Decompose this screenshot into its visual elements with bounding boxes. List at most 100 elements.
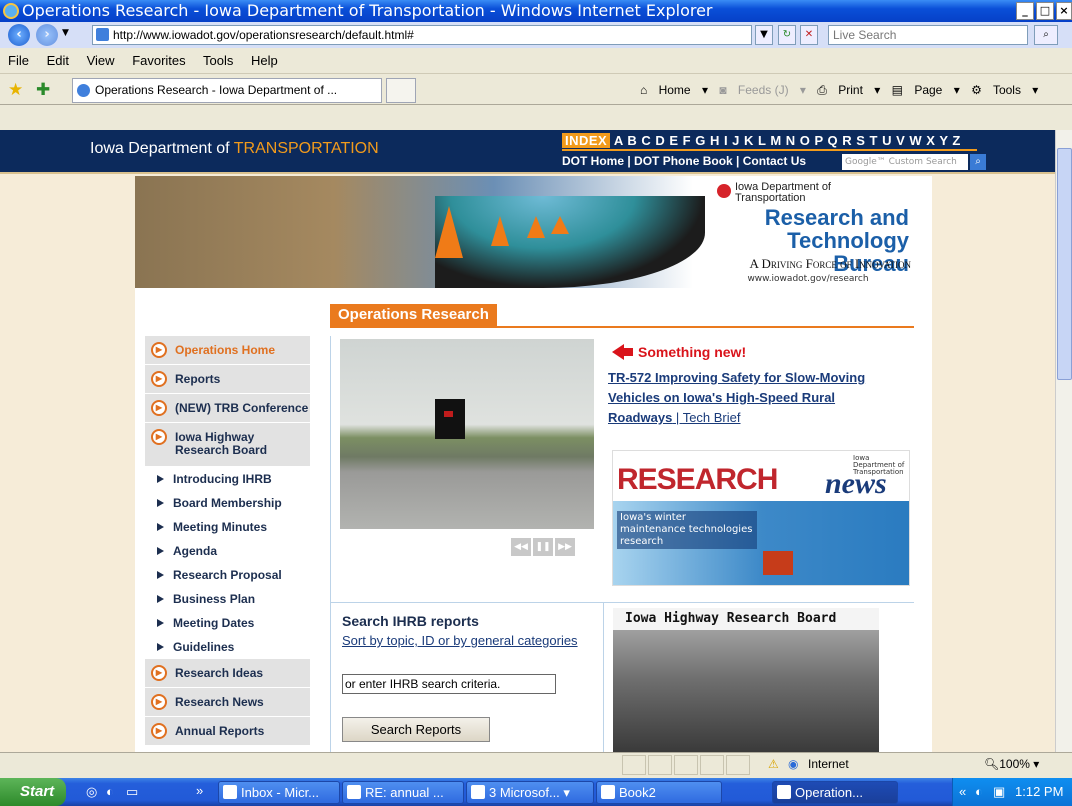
sort-link[interactable]: Sort by topic, ID or by general categori… xyxy=(342,633,578,648)
ihrb-photo[interactable]: Iowa Highway Research Board xyxy=(613,608,879,752)
close-button[interactable]: × xyxy=(1056,2,1072,20)
sidebar-item-reports[interactable]: ▶ Reports xyxy=(145,365,310,394)
tools-button[interactable]: ⚙ Tools ▾ xyxy=(971,83,1038,97)
section-title: Operations Research xyxy=(330,304,497,326)
site-name[interactable]: Iowa Department of TRANSPORTATION xyxy=(90,140,379,158)
sidebar: ▶ Operations Home ▶ Reports ▶ (NEW) TRB … xyxy=(145,336,310,746)
history-dropdown-icon[interactable]: ▼ xyxy=(62,28,69,38)
sidebar-item-research-ideas[interactable]: ▶ Research Ideas xyxy=(145,659,310,688)
stop-icon[interactable]: ✕ xyxy=(800,25,818,45)
status-cell xyxy=(700,755,724,775)
sidebar-subitem-research-proposal[interactable]: Research Proposal xyxy=(145,563,310,587)
network-icon[interactable]: ▣ xyxy=(993,778,1005,806)
menu-file[interactable]: File xyxy=(8,53,29,68)
taskbar-item-word-group[interactable]: 3 Microsof... ▾ xyxy=(466,781,594,804)
back-icon[interactable]: ‹ xyxy=(8,24,30,46)
forward-icon[interactable]: › xyxy=(36,24,58,46)
section-divider xyxy=(330,326,914,328)
quick-launch-outlook-icon[interactable]: ◐ xyxy=(106,784,114,799)
research-news-word2: news xyxy=(825,467,887,500)
menu-favorites[interactable]: Favorites xyxy=(132,53,185,68)
taskbar-item-book2[interactable]: Book2 xyxy=(596,781,722,804)
taskbar-item-label: Book2 xyxy=(619,785,656,800)
road-illustration xyxy=(435,196,705,288)
zoom-control[interactable]: 🔍︎100% ▾ xyxy=(984,757,1039,771)
sidebar-subitem-agenda[interactable]: Agenda xyxy=(145,539,310,563)
sidebar-item-ihrb[interactable]: ▶ Iowa Highway Research Board xyxy=(145,423,310,467)
scrollbar-thumb[interactable] xyxy=(1057,148,1072,380)
quick-launch-desktop-icon[interactable]: ▭ xyxy=(126,784,138,800)
address-dropdown-icon[interactable]: ▼ xyxy=(755,25,773,45)
play-circle-icon: ▶ xyxy=(151,665,167,681)
sidebar-subitem-meeting-minutes[interactable]: Meeting Minutes xyxy=(145,515,310,539)
subitem-label: Business Plan xyxy=(173,592,256,606)
next-icon[interactable]: ▶▶ xyxy=(555,538,575,556)
page-button[interactable]: ▤ Page ▾ xyxy=(892,83,960,97)
clock[interactable]: 1:12 PM xyxy=(1015,778,1063,806)
sidebar-item-research-news[interactable]: ▶ Research News xyxy=(145,688,310,717)
index-letters[interactable]: A B C D E F G H I J K L M N O P Q R S T … xyxy=(614,133,961,148)
minimize-button[interactable]: _ xyxy=(1016,2,1034,20)
warning-icon: ⚠ xyxy=(768,757,779,771)
sidebar-item-operations-home[interactable]: ▶ Operations Home xyxy=(145,336,310,365)
previous-icon[interactable]: ◀◀ xyxy=(511,538,531,556)
traffic-cone-icon xyxy=(435,206,463,258)
quick-launch-overflow-icon[interactable]: » xyxy=(196,783,203,798)
tab-operations-research[interactable]: Operations Research - Iowa Department of… xyxy=(72,78,382,103)
ihrb-search-input[interactable]: or enter IHRB search criteria. xyxy=(342,674,556,694)
sidebar-subitem-guidelines[interactable]: Guidelines xyxy=(145,635,310,659)
vertical-scrollbar[interactable] xyxy=(1055,130,1072,752)
search-reports-button[interactable]: Search Reports xyxy=(342,717,490,742)
header-links[interactable]: DOT Home | DOT Phone Book | Contact Us xyxy=(562,154,806,168)
play-circle-icon: ▶ xyxy=(151,400,167,416)
triangle-icon xyxy=(157,523,164,531)
feeds-button[interactable]: ◙ Feeds (J) ▾ xyxy=(719,83,806,97)
tray-expand-icon[interactable]: « xyxy=(959,778,966,806)
live-search-input[interactable]: Live Search xyxy=(828,25,1028,45)
sidebar-subitem-introducing-ihrb[interactable]: Introducing IHRB xyxy=(145,467,310,491)
taskbar-item-label: RE: annual ... xyxy=(365,785,444,800)
sidebar-subitem-board-membership[interactable]: Board Membership xyxy=(145,491,310,515)
google-search-input[interactable]: Google™ Custom Search xyxy=(842,154,968,170)
menu-help[interactable]: Help xyxy=(251,53,278,68)
taskbar-item-operations[interactable]: Operation... xyxy=(772,781,898,804)
bureau-slogan: A Driving Force of Innovation xyxy=(749,256,911,271)
search-button[interactable]: ⌕ xyxy=(970,154,986,170)
sidebar-subitem-business-plan[interactable]: Business Plan xyxy=(145,587,310,611)
iowa-dot-logo-icon xyxy=(717,184,731,198)
pause-icon[interactable]: ❚❚ xyxy=(533,538,553,556)
tech-brief-link[interactable]: Tech Brief xyxy=(683,410,741,425)
word-icon xyxy=(471,785,485,799)
sidebar-item-annual-reports[interactable]: ▶ Annual Reports xyxy=(145,717,310,746)
favorites-star-icon[interactable]: ★ xyxy=(8,80,23,100)
start-button[interactable]: Start xyxy=(0,778,66,806)
search-icon[interactable]: ⌕ xyxy=(1034,25,1058,45)
sidebar-subitem-meeting-dates[interactable]: Meeting Dates xyxy=(145,611,310,635)
sidebar-item-trb-conference[interactable]: ▶ (NEW) TRB Conference xyxy=(145,394,310,423)
address-input[interactable]: http://www.iowadot.gov/operationsresearc… xyxy=(92,25,752,45)
taskbar-item-inbox[interactable]: Inbox - Micr... xyxy=(218,781,340,804)
window-title-bar[interactable]: Operations Research - Iowa Department of… xyxy=(0,0,1072,22)
site-name-prefix: Iowa Department of xyxy=(90,140,230,157)
menu-tools[interactable]: Tools xyxy=(203,53,233,68)
print-button[interactable]: ⎙ Print ▾ xyxy=(817,83,880,97)
new-tab-button[interactable] xyxy=(386,78,416,103)
maximize-button[interactable]: □ xyxy=(1036,2,1054,20)
taskbar-item-re-annual[interactable]: RE: annual ... xyxy=(342,781,464,804)
window-title: Operations Research - Iowa Department of… xyxy=(22,1,713,20)
menu-view[interactable]: View xyxy=(87,53,115,68)
tools-label: Tools xyxy=(992,83,1021,97)
research-news-banner[interactable]: Iowa Department of Transportation RESEAR… xyxy=(612,450,910,586)
slideshow-photo[interactable] xyxy=(340,339,594,529)
column-divider xyxy=(603,602,604,752)
subitem-label: Meeting Dates xyxy=(173,616,255,630)
refresh-icon[interactable]: ↻ xyxy=(778,25,796,45)
tray-app-icon[interactable]: ◐ xyxy=(975,778,983,806)
home-button[interactable]: ⌂ Home ▾ xyxy=(640,83,708,97)
taskbar-item-label: Operation... xyxy=(795,785,863,800)
quick-launch-ie-icon[interactable]: ◎ xyxy=(86,784,97,800)
add-favorite-icon[interactable]: ✚ xyxy=(36,80,50,100)
content-divider xyxy=(330,602,914,603)
ihrb-photo-title: Iowa Highway Research Board xyxy=(613,608,879,630)
menu-edit[interactable]: Edit xyxy=(47,53,69,68)
